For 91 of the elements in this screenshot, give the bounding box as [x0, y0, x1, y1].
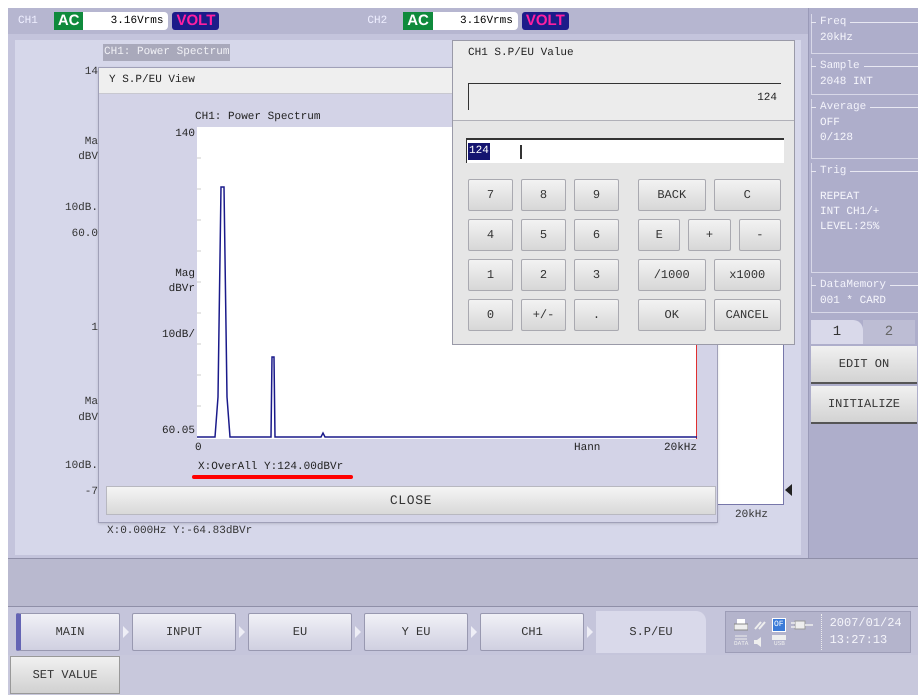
axis-label: 10dB. — [64, 459, 98, 474]
group-title: DataMemory — [820, 278, 886, 293]
graph-title: CH1: Power Spectrum — [103, 44, 230, 60]
group-title: Freq — [820, 15, 846, 30]
keypad-key[interactable]: E — [638, 219, 680, 251]
keypad-key[interactable]: 8 — [521, 179, 566, 211]
axis-label: 60.0 — [70, 227, 98, 242]
chart-title: CH1: Power Spectrum — [195, 110, 320, 125]
group-value: LEVEL:25% — [820, 220, 880, 234]
mode-badge: VOLT — [172, 12, 220, 30]
card-indicator: OF — [772, 618, 786, 632]
keypad-key[interactable]: 5 — [521, 219, 566, 251]
group-value: 0/128 — [820, 130, 854, 146]
breadcrumb-tab[interactable]: CH1 — [480, 613, 584, 651]
coupling-badge: AC — [403, 12, 433, 30]
keypad-key[interactable]: 4 — [468, 219, 513, 251]
keypad-key[interactable]: 7 — [468, 179, 513, 211]
channel-label: CH1 — [18, 14, 38, 29]
keypad-key[interactable]: C — [714, 179, 781, 211]
keypad-key[interactable]: + — [688, 219, 731, 251]
group-value: INT CH1/+ — [820, 204, 880, 220]
keypad-key[interactable]: 2 — [521, 259, 566, 291]
function-button[interactable]: SET VALUE — [10, 656, 120, 694]
dialog-title: Y S.P/EU View — [109, 73, 195, 88]
probe-icon — [753, 618, 767, 630]
input-field[interactable]: 124 — [466, 138, 784, 163]
text-cursor-icon — [520, 144, 522, 158]
axis-label: Mag — [174, 267, 195, 282]
breadcrumb-tab[interactable]: S.P/EU — [596, 611, 706, 653]
keypad-key[interactable]: 0 — [468, 299, 513, 331]
axis-label: -7 — [84, 485, 98, 500]
reading-display: 3.16Vrms — [432, 12, 518, 30]
axis-label: 20kHz — [735, 508, 768, 523]
group-title: Sample — [820, 59, 860, 74]
keypad-key[interactable]: +/- — [521, 299, 566, 331]
panel-button[interactable]: EDIT ON — [811, 346, 917, 384]
keypad-key[interactable]: 9 — [574, 179, 619, 211]
printer-icon — [734, 618, 748, 630]
axis-label: Hann — [574, 441, 600, 456]
axis-label: 10dB/ — [160, 328, 195, 343]
plug-icon — [790, 620, 813, 630]
keypad-key[interactable]: x1000 — [714, 259, 781, 291]
group-value: 001 * CARD — [820, 294, 886, 308]
panel-button[interactable]: INITIALIZE — [811, 386, 917, 424]
cursor-readout: X:0.000Hz Y:-64.83dBVr — [107, 524, 252, 539]
keypad-key[interactable]: 3 — [574, 259, 619, 291]
axis-label: 140 — [174, 127, 195, 142]
axis-label: 1 — [90, 321, 98, 336]
keypad-key[interactable]: 1 — [468, 259, 513, 291]
keypad-key[interactable]: . — [574, 299, 619, 331]
axis-label: 20kHz — [664, 441, 698, 456]
group-value: REPEAT — [820, 190, 860, 204]
axis-label: dBVr — [168, 282, 195, 297]
cursor-readout: X:OverAll Y:124.00dBVr — [198, 460, 344, 475]
close-button[interactable]: CLOSE — [106, 486, 716, 515]
group-title: Average — [820, 100, 866, 115]
axis-label: 0 — [195, 441, 202, 456]
axis-label: 14 — [84, 65, 98, 80]
keypad-key[interactable]: OK — [638, 299, 706, 331]
keypad-key[interactable]: /1000 — [638, 259, 706, 291]
channel-label: CH2 — [367, 14, 388, 29]
axis-label: 60.05 — [160, 424, 195, 439]
dialog-title: CH1 S.P/EU Value — [468, 46, 574, 61]
selected-text: 124 — [468, 143, 490, 160]
mode-badge: VOLT — [522, 12, 569, 30]
date-label: 2007/01/24 — [830, 615, 902, 632]
usb-icon — [772, 634, 786, 640]
transfer-icon — [734, 634, 748, 640]
keypad-key[interactable]: - — [738, 219, 781, 251]
breadcrumb-tab[interactable]: MAIN — [16, 613, 120, 651]
keypad-key[interactable]: CANCEL — [714, 299, 781, 331]
marker-icon — [785, 484, 792, 496]
axis-label: 10dB. — [64, 201, 98, 216]
breadcrumb-tab[interactable]: Y EU — [364, 613, 468, 651]
value-display: 124 — [468, 82, 781, 110]
axis-label: Ma — [84, 395, 98, 410]
group-value: 2048 INT — [820, 74, 873, 90]
time-label: 13:27:13 — [830, 632, 888, 649]
keypad-key[interactable]: BACK — [638, 179, 706, 211]
reading-display: 3.16Vrms — [83, 12, 168, 30]
panel-tab[interactable]: 1 — [811, 320, 863, 344]
axis-label: dBV — [77, 150, 98, 165]
group-title: Trig — [820, 164, 846, 179]
breadcrumb-tab[interactable]: EU — [248, 613, 352, 651]
axis-label: dBV — [77, 411, 98, 426]
axis-label: Ma — [84, 135, 98, 150]
breadcrumb-tab[interactable]: INPUT — [132, 613, 236, 651]
group-value: 20kHz — [820, 30, 854, 46]
group-value: OFF — [820, 116, 840, 130]
keypad-key[interactable]: 6 — [574, 219, 619, 251]
coupling-badge: AC — [54, 12, 84, 30]
